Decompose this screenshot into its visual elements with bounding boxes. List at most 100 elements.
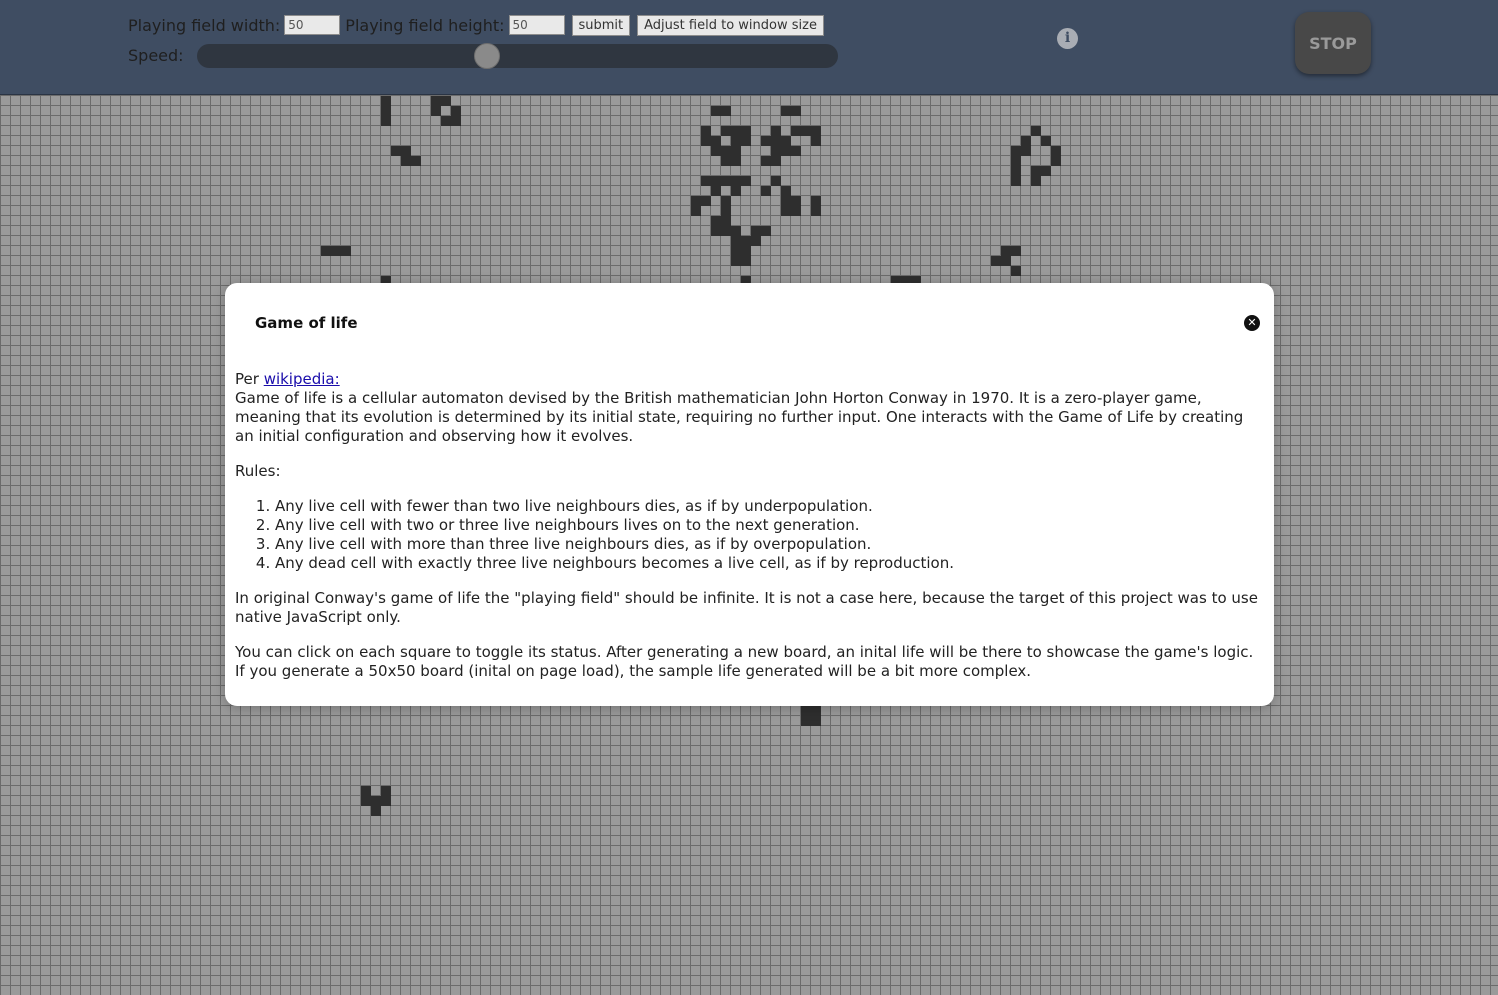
- live-cell[interactable]: [811, 706, 821, 716]
- live-cell[interactable]: [781, 186, 791, 196]
- live-cell[interactable]: [441, 116, 451, 126]
- live-cell[interactable]: [711, 106, 721, 116]
- live-cell[interactable]: [801, 126, 811, 136]
- live-cell[interactable]: [731, 176, 741, 186]
- live-cell[interactable]: [721, 106, 731, 116]
- width-input[interactable]: [284, 15, 341, 35]
- live-cell[interactable]: [781, 146, 791, 156]
- live-cell[interactable]: [741, 256, 751, 266]
- adjust-to-window-button[interactable]: Adjust field to window size: [637, 14, 824, 36]
- live-cell[interactable]: [1011, 246, 1021, 256]
- live-cell[interactable]: [761, 156, 771, 166]
- live-cell[interactable]: [1011, 166, 1021, 176]
- live-cell[interactable]: [381, 786, 391, 796]
- live-cell[interactable]: [701, 176, 711, 186]
- live-cell[interactable]: [731, 156, 741, 166]
- speed-slider[interactable]: [197, 43, 838, 69]
- live-cell[interactable]: [781, 196, 791, 206]
- live-cell[interactable]: [751, 236, 761, 246]
- live-cell[interactable]: [1031, 166, 1041, 176]
- live-cell[interactable]: [381, 106, 391, 116]
- live-cell[interactable]: [451, 116, 461, 126]
- live-cell[interactable]: [811, 196, 821, 206]
- live-cell[interactable]: [721, 226, 731, 236]
- live-cell[interactable]: [451, 106, 461, 116]
- live-cell[interactable]: [791, 206, 801, 216]
- live-cell[interactable]: [1001, 256, 1011, 266]
- live-cell[interactable]: [401, 146, 411, 156]
- live-cell[interactable]: [1051, 146, 1061, 156]
- live-cell[interactable]: [711, 186, 721, 196]
- live-cell[interactable]: [1001, 246, 1011, 256]
- wikipedia-link[interactable]: wikipedia:: [264, 370, 340, 388]
- live-cell[interactable]: [771, 176, 781, 186]
- live-cell[interactable]: [1011, 266, 1021, 276]
- live-cell[interactable]: [731, 256, 741, 266]
- live-cell[interactable]: [371, 796, 381, 806]
- live-cell[interactable]: [711, 136, 721, 146]
- live-cell[interactable]: [811, 136, 821, 146]
- live-cell[interactable]: [1021, 146, 1031, 156]
- live-cell[interactable]: [781, 206, 791, 216]
- live-cell[interactable]: [411, 156, 421, 166]
- live-cell[interactable]: [721, 146, 731, 156]
- height-input[interactable]: [508, 15, 565, 35]
- live-cell[interactable]: [1041, 166, 1051, 176]
- live-cell[interactable]: [361, 786, 371, 796]
- live-cell[interactable]: [731, 226, 741, 236]
- live-cell[interactable]: [711, 216, 721, 226]
- live-cell[interactable]: [721, 216, 731, 226]
- live-cell[interactable]: [801, 716, 811, 726]
- live-cell[interactable]: [781, 106, 791, 116]
- live-cell[interactable]: [1041, 136, 1051, 146]
- info-icon[interactable]: i: [1057, 28, 1078, 49]
- live-cell[interactable]: [711, 146, 721, 156]
- live-cell[interactable]: [341, 246, 351, 256]
- live-cell[interactable]: [1031, 126, 1041, 136]
- live-cell[interactable]: [731, 246, 741, 256]
- live-cell[interactable]: [721, 206, 731, 216]
- live-cell[interactable]: [731, 146, 741, 156]
- live-cell[interactable]: [721, 196, 731, 206]
- live-cell[interactable]: [701, 126, 711, 136]
- live-cell[interactable]: [781, 136, 791, 146]
- live-cell[interactable]: [371, 806, 381, 816]
- live-cell[interactable]: [771, 136, 781, 146]
- live-cell[interactable]: [381, 116, 391, 126]
- live-cell[interactable]: [771, 146, 781, 156]
- live-cell[interactable]: [1031, 176, 1041, 186]
- submit-button[interactable]: submit: [571, 14, 631, 36]
- live-cell[interactable]: [731, 136, 741, 146]
- live-cell[interactable]: [691, 206, 701, 216]
- live-cell[interactable]: [771, 156, 781, 166]
- live-cell[interactable]: [701, 196, 711, 206]
- live-cell[interactable]: [381, 96, 391, 106]
- live-cell[interactable]: [1021, 136, 1031, 146]
- live-cell[interactable]: [401, 156, 411, 166]
- live-cell[interactable]: [721, 176, 731, 186]
- live-cell[interactable]: [991, 256, 1001, 266]
- live-cell[interactable]: [771, 126, 781, 136]
- live-cell[interactable]: [701, 136, 711, 146]
- live-cell[interactable]: [801, 706, 811, 716]
- live-cell[interactable]: [731, 126, 741, 136]
- live-cell[interactable]: [721, 156, 731, 166]
- live-cell[interactable]: [761, 136, 771, 146]
- live-cell[interactable]: [441, 96, 451, 106]
- live-cell[interactable]: [811, 206, 821, 216]
- live-cell[interactable]: [1011, 156, 1021, 166]
- live-cell[interactable]: [741, 176, 751, 186]
- speed-slider-thumb[interactable]: [474, 43, 500, 69]
- live-cell[interactable]: [1011, 176, 1021, 186]
- live-cell[interactable]: [331, 246, 341, 256]
- live-cell[interactable]: [741, 236, 751, 246]
- live-cell[interactable]: [381, 796, 391, 806]
- live-cell[interactable]: [321, 246, 331, 256]
- live-cell[interactable]: [711, 226, 721, 236]
- stop-button[interactable]: STOP: [1295, 12, 1371, 74]
- close-icon[interactable]: ✕: [1244, 315, 1260, 331]
- live-cell[interactable]: [1051, 156, 1061, 166]
- live-cell[interactable]: [741, 126, 751, 136]
- live-cell[interactable]: [811, 716, 821, 726]
- live-cell[interactable]: [751, 226, 761, 236]
